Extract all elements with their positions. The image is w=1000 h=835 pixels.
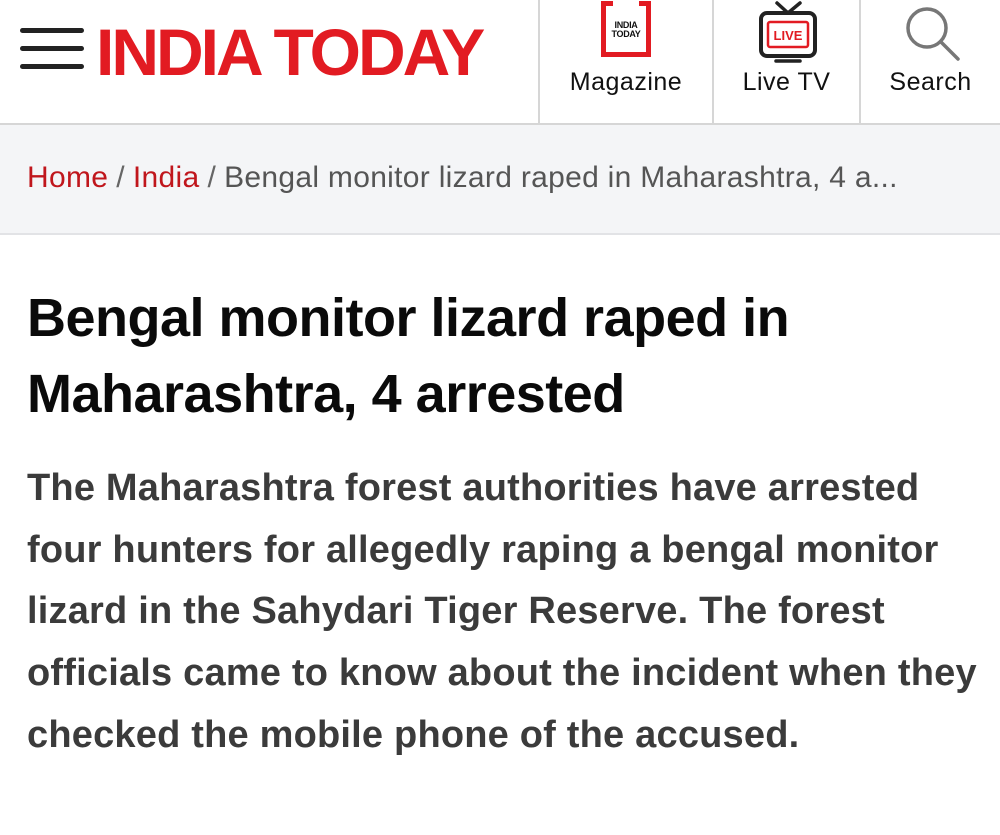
live-tv-icon-text: LIVE [774, 28, 803, 43]
breadcrumb-current: Bengal monitor lizard raped in Maharasht… [224, 161, 898, 194]
nav-magazine-label: Magazine [569, 68, 683, 96]
article-summary: The Maharashtra forest authorities have … [27, 467, 977, 756]
breadcrumb: Home / India / Bengal monitor lizard raped i… [27, 158, 977, 198]
article-headline: Bengal monitor lizard raped in Maharasht… [27, 288, 790, 424]
site-header: INDIA TODAY INDIA TODAY Magazine LIVE Li… [0, 0, 1000, 125]
menu-bar [20, 46, 84, 51]
nav-search[interactable]: Search [859, 0, 1000, 123]
hamburger-menu-icon[interactable] [20, 28, 84, 72]
breadcrumb-separator: / [207, 161, 217, 194]
magazine-icon: INDIA TODAY [601, 0, 651, 57]
breadcrumb-india-link[interactable]: India [133, 161, 200, 194]
search-icon [906, 7, 960, 61]
menu-bar [20, 28, 84, 33]
nav-live-tv[interactable]: LIVE Live TV [712, 0, 859, 123]
menu-bar [20, 64, 84, 69]
site-logo[interactable]: INDIA TODAY [96, 12, 485, 92]
nav-magazine[interactable]: INDIA TODAY Magazine [538, 0, 712, 123]
live-tv-icon: LIVE [759, 1, 817, 63]
magazine-icon-text: INDIA TODAY [611, 20, 641, 39]
breadcrumb-home-link[interactable]: Home [27, 161, 108, 194]
nav-search-label: Search [889, 68, 972, 96]
breadcrumb-separator: / [116, 161, 125, 194]
nav-live-tv-label: Live TV [742, 68, 831, 96]
